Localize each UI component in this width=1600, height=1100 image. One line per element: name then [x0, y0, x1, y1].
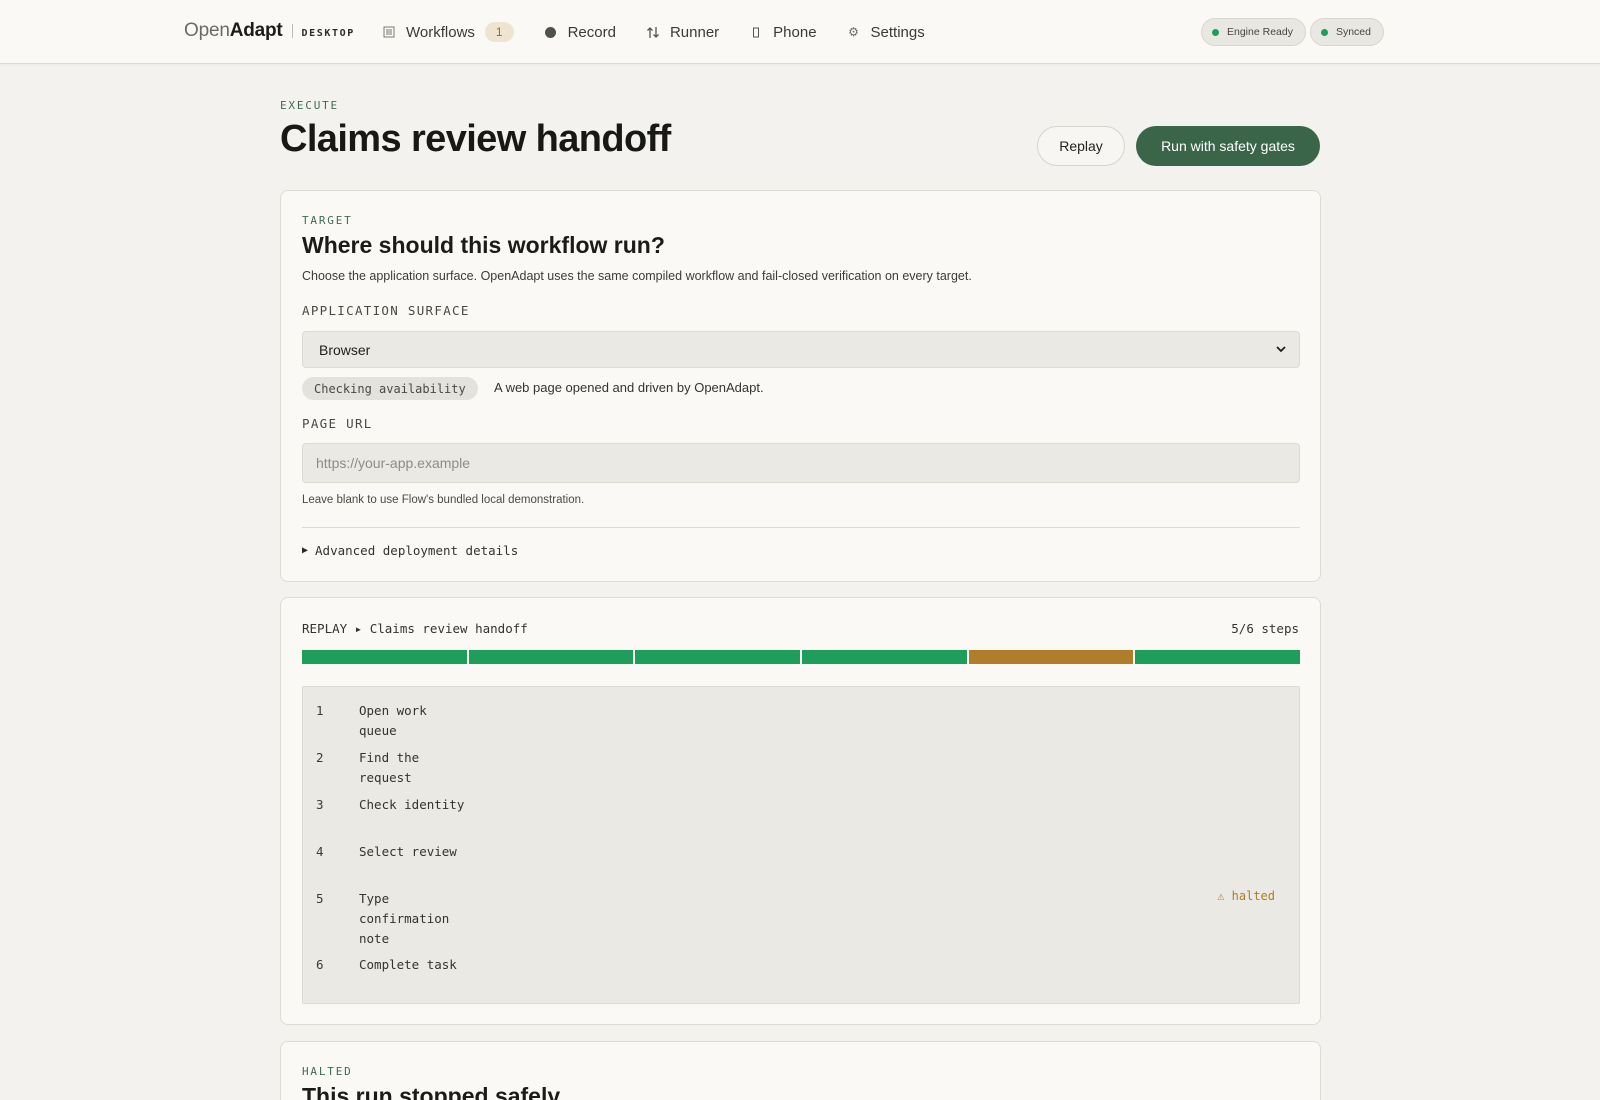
- brand-divider: [291, 24, 293, 38]
- availability-chip: Checking availability: [302, 377, 478, 400]
- divider: [302, 527, 1300, 528]
- nav-record[interactable]: Record: [544, 24, 616, 41]
- page-title: Claims review handoff: [280, 118, 671, 160]
- step-number: 3: [316, 797, 324, 812]
- availability-text: A web page opened and driven by OpenAdap…: [494, 380, 764, 395]
- advanced-details-label: Advanced deployment details: [315, 543, 519, 558]
- page-url-input[interactable]: [302, 443, 1300, 483]
- up-down-arrows-icon: [646, 26, 660, 39]
- surface-select-value: Browser: [319, 341, 371, 358]
- list-icon: [382, 26, 396, 38]
- status-pills: Engine Ready Synced: [1197, 18, 1384, 46]
- halted-eyebrow: HALTED: [302, 1065, 353, 1078]
- engine-status-pill[interactable]: Engine Ready: [1201, 18, 1306, 46]
- progress-segment: [635, 650, 800, 664]
- step-label: Find the request: [359, 750, 420, 785]
- progress-segment: [302, 650, 467, 664]
- disclosure-triangle-icon: ▶: [302, 545, 309, 556]
- replay-card: REPLAY ▸ Claims review handoff 5/6 steps…: [280, 597, 1321, 1025]
- step-number: 4: [316, 844, 324, 859]
- surface-select[interactable]: Browser: [302, 331, 1300, 368]
- nav-runner[interactable]: Runner: [646, 24, 719, 41]
- sync-status-pill[interactable]: Synced: [1309, 18, 1384, 46]
- sync-status-dot: [1320, 28, 1328, 36]
- nav-settings-label: Settings: [870, 23, 925, 41]
- target-card: TARGET Where should this workflow run? C…: [280, 190, 1321, 582]
- sync-status-label: Synced: [1335, 26, 1371, 38]
- nav-phone-label: Phone: [773, 23, 817, 41]
- url-label: PAGE URL: [302, 416, 373, 431]
- brand-adapt: Adapt: [229, 20, 283, 41]
- target-title: Where should this workflow run?: [302, 232, 665, 258]
- brand-desktop-label: DESKTOP: [301, 28, 355, 39]
- nav-phone[interactable]: Phone: [749, 23, 817, 41]
- nav-runner-label: Runner: [669, 23, 720, 41]
- step-number: 6: [316, 957, 324, 972]
- nav-workflows[interactable]: Workflows 1: [382, 22, 514, 42]
- replay-progress-bar: [302, 650, 1300, 664]
- step-label: Select review: [359, 844, 457, 859]
- step-number: 2: [316, 750, 324, 765]
- engine-status-dot: [1212, 28, 1219, 36]
- brand-open: Open: [184, 20, 230, 41]
- step-label: Check identity: [359, 797, 465, 812]
- step-halted-flag: ⚠ halted: [1217, 889, 1275, 903]
- target-description: Choose the application surface. OpenAdap…: [302, 269, 972, 283]
- advanced-details-toggle[interactable]: ▶ Advanced deployment details: [302, 543, 518, 558]
- url-hint: Leave blank to use Flow's bundled local …: [302, 494, 585, 506]
- phone-icon: [749, 27, 763, 38]
- progress-segment: [968, 650, 1134, 664]
- workflows-count-badge: 1: [484, 22, 514, 42]
- run-with-safety-gates-button[interactable]: Run with safety gates: [1136, 126, 1320, 166]
- engine-status-label: Engine Ready: [1227, 26, 1293, 38]
- progress-segment: [1135, 650, 1300, 664]
- nav-record-label: Record: [567, 23, 616, 41]
- step-label: Type confirmation note: [359, 891, 450, 946]
- halted-card: HALTED This run stopped safely: [280, 1041, 1321, 1100]
- step-number: 5: [316, 891, 324, 906]
- gear-icon: ⚙: [848, 25, 859, 39]
- page-eyebrow: EXECUTE: [280, 99, 339, 112]
- halted-title: This run stopped safely: [302, 1083, 561, 1100]
- nav-settings[interactable]: ⚙ Settings: [847, 24, 925, 41]
- brand-logo[interactable]: Open Adapt DESKTOP: [184, 20, 355, 42]
- step-number: 1: [316, 703, 324, 718]
- replay-heading: REPLAY ▸ Claims review handoff: [302, 621, 528, 636]
- surface-label: APPLICATION SURFACE: [302, 303, 470, 318]
- replay-button[interactable]: Replay: [1037, 126, 1125, 166]
- progress-segment: [468, 650, 634, 664]
- step-label: Complete task: [359, 957, 457, 972]
- nav-workflows-label: Workflows: [406, 23, 475, 41]
- chevron-down-icon: [1273, 341, 1289, 357]
- replay-step-count: 5/6 steps: [1231, 621, 1299, 636]
- top-bar: Open Adapt DESKTOP Workflows 1 Record Run…: [0, 0, 1600, 64]
- record-dot-icon: [544, 26, 558, 38]
- replay-step-list: 1 Open work queue 2 Find the request 3 Check …: [302, 686, 1300, 1004]
- target-eyebrow: TARGET: [302, 214, 353, 227]
- main-nav: Workflows 1 Record Runner Phone ⚙ Settin…: [382, 0, 955, 64]
- progress-segment: [802, 650, 967, 664]
- step-label: Open work queue: [359, 703, 427, 738]
